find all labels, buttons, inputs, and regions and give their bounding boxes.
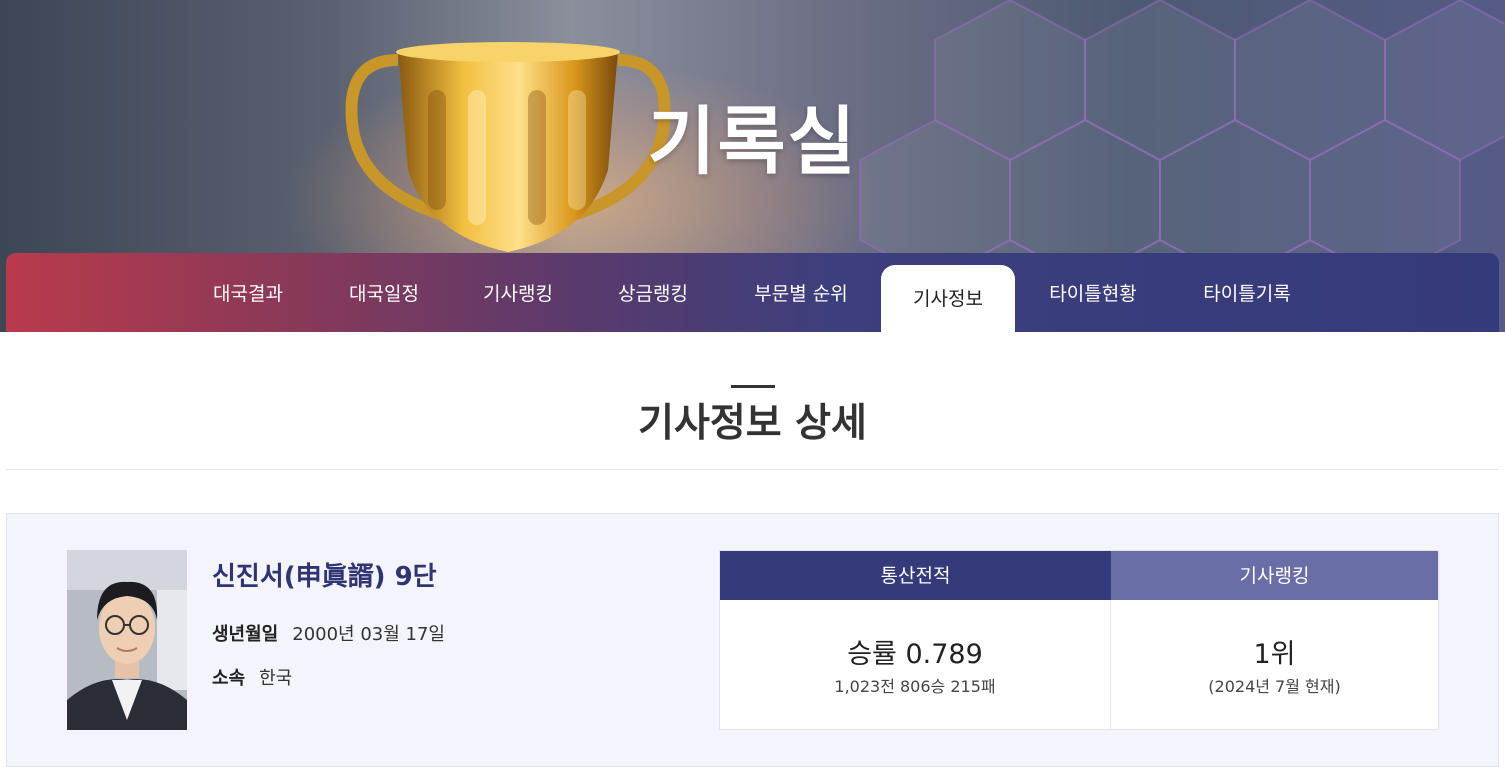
- tab-title-records[interactable]: 타이틀기록: [1184, 253, 1310, 332]
- section-title: 기사정보 상세: [638, 401, 867, 446]
- tab-title-status[interactable]: 타이틀현황: [1030, 253, 1156, 332]
- tab-player-info[interactable]: 기사정보: [881, 265, 1015, 332]
- ranking-header: 기사랭킹: [1111, 551, 1438, 600]
- ranking-value: 1위: [1253, 639, 1296, 670]
- birthdate-label: 생년월일: [212, 624, 279, 645]
- player-name: 신진서(申眞諝) 9단: [212, 562, 437, 592]
- affiliation-label: 소속: [212, 668, 246, 689]
- player-photo: [67, 550, 187, 730]
- divider: [6, 469, 1499, 470]
- career-record-header: 통산전적: [720, 551, 1111, 600]
- tab-game-results[interactable]: 대국결과: [190, 253, 306, 332]
- career-record-cell: 승률 0.789 1,023전 806승 215패: [720, 600, 1111, 730]
- stats-table: 통산전적 기사랭킹 승률 0.789 1,023전 806승 215패 1위 (…: [719, 550, 1439, 730]
- tab-category-ranking[interactable]: 부문별 순위: [733, 253, 869, 332]
- page-title: 기록실: [647, 99, 858, 185]
- tab-nav: 대국결과 대국일정 기사랭킹 상금랭킹 부문별 순위 기사정보 타이틀현황 타이…: [0, 253, 1505, 332]
- win-rate: 승률 0.789: [847, 639, 983, 670]
- birthdate-value: 2000년 03월 17일: [292, 624, 445, 645]
- win-loss-record: 1,023전 806승 215패: [834, 677, 996, 696]
- tab-player-ranking[interactable]: 기사랭킹: [460, 253, 576, 332]
- section-title-rule: [731, 385, 775, 388]
- birthdate-row: 생년월일 2000년 03월 17일: [212, 620, 445, 646]
- tab-prize-ranking[interactable]: 상금랭킹: [595, 253, 711, 332]
- ranking-cell: 1위 (2024년 7월 현재): [1111, 600, 1438, 730]
- affiliation-row: 소속 한국: [212, 664, 292, 690]
- tab-game-schedule[interactable]: 대국일정: [326, 253, 442, 332]
- affiliation-value: 한국: [259, 668, 293, 689]
- ranking-date: (2024년 7월 현재): [1208, 677, 1341, 696]
